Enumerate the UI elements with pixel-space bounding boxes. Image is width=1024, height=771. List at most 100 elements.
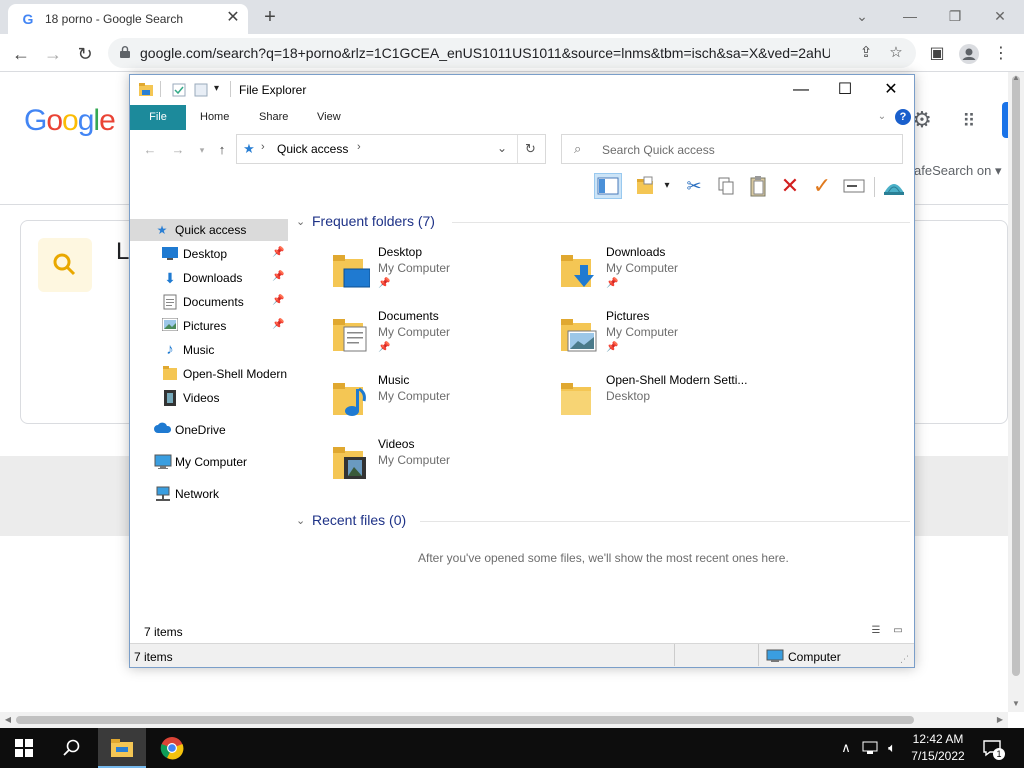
folder-location: Desktop — [606, 389, 651, 403]
sidebar-item-music[interactable]: ♪ Music — [130, 339, 288, 361]
divider — [517, 135, 518, 163]
sidebar-item-downloads[interactable]: ⬇ Downloads 📌 — [130, 267, 288, 289]
breadcrumb-quick-access[interactable]: Quick access — [277, 142, 348, 156]
breadcrumb-chevron-icon[interactable]: › — [261, 141, 265, 153]
reload-button[interactable]: ↻ — [74, 43, 96, 65]
explorer-forward-button[interactable]: → — [170, 142, 186, 158]
sidebar-item-onedrive[interactable]: OneDrive — [130, 419, 288, 441]
taskbar-search-icon[interactable] — [48, 728, 96, 768]
sidebar-item-videos[interactable]: Videos — [130, 387, 288, 409]
vertical-scroll-thumb[interactable] — [1012, 76, 1020, 676]
explorer-minimize-button[interactable]: — — [778, 75, 824, 105]
taskbar-chrome[interactable] — [148, 728, 196, 768]
recent-locations-icon[interactable]: ▾ — [194, 142, 210, 158]
address-row: ← → ▾ ↑ ★ › Quick access › ⌄ ↻ ⌕ Search … — [130, 133, 914, 167]
refresh-icon[interactable]: ↻ — [525, 141, 536, 157]
help-icon[interactable]: ? — [895, 109, 911, 125]
scroll-right-icon[interactable]: ▶ — [994, 714, 1006, 726]
navigation-pane-icon[interactable] — [594, 173, 622, 199]
tab-home[interactable]: Home — [200, 105, 229, 130]
new-folder-dropdown-icon[interactable]: ▾ — [660, 173, 674, 199]
restore-button[interactable]: ❐ — [943, 6, 967, 26]
sidebar-item-network[interactable]: Network — [130, 483, 288, 505]
scroll-up-icon[interactable]: ▲ — [1010, 72, 1022, 84]
folder-tile-open-shell[interactable]: Open-Shell Modern Setti... Desktop — [560, 373, 780, 433]
rename-icon[interactable] — [840, 173, 868, 199]
forward-button[interactable]: → — [42, 43, 64, 65]
browser-tab[interactable]: G 18 porno - Google Search ✕ — [8, 4, 248, 34]
collapse-chevron-icon[interactable]: ⌄ — [296, 215, 305, 228]
resize-grip-icon[interactable]: ⋰ — [900, 654, 909, 665]
explorer-address-bar[interactable]: ★ › Quick access › ⌄ ↻ — [236, 134, 546, 164]
recent-files-header[interactable]: Recent files (0) — [312, 512, 406, 528]
google-logo[interactable]: Google — [24, 104, 116, 138]
customize-toolbar-icon[interactable]: ▾ — [214, 83, 219, 94]
minimize-button[interactable]: — — [898, 6, 922, 26]
volume-icon[interactable]: 🔈︎ — [884, 738, 900, 758]
back-button[interactable]: ← — [10, 43, 32, 65]
folder-tile-music[interactable]: Music My Computer — [332, 373, 552, 433]
up-button[interactable]: ↑ — [214, 142, 230, 158]
cut-icon[interactable]: ✂ — [680, 173, 708, 199]
folder-tile-downloads[interactable]: Downloads My Computer 📌 — [560, 245, 780, 305]
network-tray-icon[interactable] — [862, 738, 878, 758]
bookmark-star-icon[interactable]: ☆ — [886, 43, 906, 63]
desktop-icon — [162, 246, 178, 262]
scroll-down-icon[interactable]: ▼ — [1010, 698, 1022, 710]
sidebar-item-desktop[interactable]: Desktop 📌 — [130, 243, 288, 265]
scroll-left-icon[interactable]: ◀ — [2, 714, 14, 726]
action-center-icon[interactable]: 1 — [980, 736, 1005, 760]
folder-tile-videos[interactable]: Videos My Computer — [332, 437, 552, 497]
new-folder-quick-icon[interactable] — [194, 83, 208, 97]
tab-close-icon[interactable]: ✕ — [224, 9, 242, 27]
safesearch-toggle[interactable]: afeSearch on ▾ — [914, 163, 1001, 179]
new-folder-icon[interactable] — [632, 173, 660, 199]
breadcrumb-chevron-icon[interactable]: › — [357, 141, 361, 153]
delete-icon[interactable]: ✕ — [776, 173, 804, 199]
frequent-folders-header[interactable]: Frequent folders (7) — [312, 213, 435, 229]
explorer-close-button[interactable]: ✕ — [868, 75, 914, 105]
properties-icon[interactable] — [172, 83, 186, 97]
tab-search-icon[interactable]: ⌄ — [850, 6, 874, 26]
notification-count-badge: 1 — [993, 748, 1005, 760]
folder-tile-desktop[interactable]: Desktop My Computer 📌 — [332, 245, 552, 305]
taskbar-file-explorer[interactable] — [98, 728, 146, 768]
explorer-maximize-button[interactable]: ☐ — [822, 75, 868, 105]
tab-view[interactable]: View — [317, 105, 341, 130]
collapse-chevron-icon[interactable]: ⌄ — [296, 514, 305, 527]
paste-icon[interactable] — [744, 173, 772, 199]
address-dropdown-icon[interactable]: ⌄ — [497, 141, 507, 155]
select-check-icon[interactable]: ✓ — [808, 173, 836, 199]
chrome-menu-icon[interactable]: ⋮ — [990, 43, 1012, 65]
explorer-search-input[interactable]: ⌕ Search Quick access — [561, 134, 903, 164]
new-tab-button[interactable]: + — [260, 7, 280, 28]
open-shell-icon[interactable] — [880, 173, 908, 199]
address-bar[interactable]: google.com/search?q=18+porno&rlz=1C1GCEA… — [108, 38, 916, 68]
sidebar-item-quick-access[interactable]: ★ Quick access — [130, 219, 288, 241]
clock-time: 12:42 AM — [912, 732, 964, 746]
tab-share[interactable]: Share — [259, 105, 288, 130]
sidebar-item-documents[interactable]: Documents 📌 — [130, 291, 288, 313]
folder-tile-documents[interactable]: Documents My Computer 📌 — [332, 309, 552, 369]
tab-file[interactable]: File — [130, 105, 186, 130]
copy-icon[interactable] — [712, 173, 740, 199]
horizontal-scroll-thumb[interactable] — [16, 716, 914, 724]
expand-ribbon-icon[interactable]: ⌄ — [875, 109, 889, 125]
large-icons-view-icon[interactable]: ▭ — [890, 625, 906, 637]
side-panel-icon[interactable]: ▣ — [926, 43, 948, 65]
sidebar-item-pictures[interactable]: Pictures 📌 — [130, 315, 288, 337]
sidebar-item-open-shell[interactable]: Open-Shell Modern — [130, 363, 288, 385]
details-view-icon[interactable]: ☰ — [868, 625, 884, 637]
google-apps-icon[interactable]: ⠿ — [958, 110, 980, 132]
close-window-button[interactable]: ✕ — [988, 6, 1012, 26]
status-item-count: 7 items — [134, 650, 173, 664]
start-button[interactable] — [0, 728, 48, 768]
show-hidden-icons-icon[interactable]: ∧ — [838, 738, 854, 758]
profile-avatar-icon[interactable] — [958, 43, 980, 65]
folder-tile-pictures[interactable]: Pictures My Computer 📌 — [560, 309, 780, 369]
explorer-back-button[interactable]: ← — [142, 142, 158, 158]
share-icon[interactable]: ⇪ — [856, 43, 876, 63]
explorer-titlebar[interactable]: ▾ File Explorer — ☐ ✕ — [130, 75, 914, 105]
sidebar-item-my-computer[interactable]: My Computer — [130, 451, 288, 473]
taskbar-clock[interactable]: 12:42 AM 7/15/2022 — [908, 731, 968, 765]
